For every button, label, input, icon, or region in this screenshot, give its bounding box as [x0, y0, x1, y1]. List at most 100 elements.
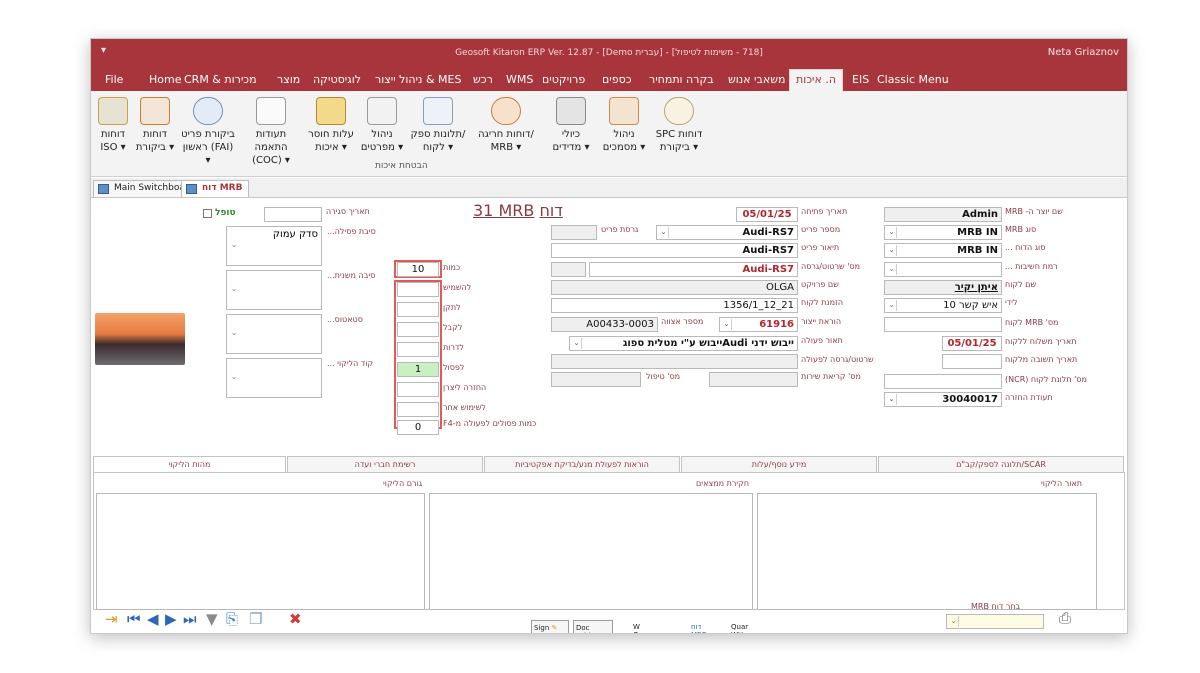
- project-field[interactable]: OLGA: [551, 280, 798, 295]
- importance-field[interactable]: ⌄: [884, 262, 1002, 277]
- op-drawing-field[interactable]: [551, 354, 798, 369]
- tab-wms[interactable]: WMS: [506, 73, 533, 86]
- part-desc-label: תיאור פריט: [801, 243, 840, 252]
- calibration-button[interactable]: כיולי מדידים ▾: [545, 97, 597, 154]
- first-record-icon[interactable]: ⏮: [127, 610, 141, 628]
- root-cause-textarea[interactable]: [96, 493, 425, 610]
- op-desc-field[interactable]: ⌄ ייבוש ידני Audiייבוש ע"י מטלית ספוג: [569, 336, 798, 351]
- iso-reports-button[interactable]: דוחות ISO ▾: [95, 97, 131, 154]
- tab-purchase[interactable]: רכש: [473, 73, 493, 86]
- work-order-button[interactable]: W O: [631, 620, 661, 633]
- reject-reason-select[interactable]: ⌄ סדק עמוק: [226, 226, 322, 266]
- f4-rejects-field[interactable]: 0: [397, 420, 439, 435]
- ncr-field[interactable]: [884, 374, 1002, 389]
- next-record-icon[interactable]: ▶: [165, 610, 177, 628]
- use-as-is-field[interactable]: [397, 282, 439, 297]
- form-icon: [186, 184, 197, 194]
- print-icon[interactable]: ⎙: [1059, 609, 1071, 627]
- new-record-icon[interactable]: ⎘: [226, 610, 238, 628]
- tab-committee[interactable]: רשימת חברי ועדה: [287, 456, 483, 472]
- treat-no-field[interactable]: [551, 372, 641, 387]
- reply-date-field[interactable]: [942, 354, 1002, 369]
- service-call-field[interactable]: [709, 372, 798, 387]
- open-date-label: תאריך פתיחה: [801, 207, 848, 216]
- doc-fold-button[interactable]: Doc Fold: [573, 620, 613, 633]
- part-desc-field[interactable]: Audi-RS7: [551, 243, 798, 258]
- findings-textarea[interactable]: [429, 493, 753, 610]
- status-select[interactable]: ⌄: [226, 314, 322, 354]
- part-number-field[interactable]: ⌄ Audi-RS7: [656, 225, 798, 240]
- button-label: תלונות ספק/: [410, 129, 466, 140]
- select-mrb-field[interactable]: ⌄: [946, 614, 1044, 629]
- drawing-no-field[interactable]: Audi-RS7: [589, 262, 798, 277]
- tab-supplier-complaint[interactable]: תלונה לספק/קב"ם/SCAR: [878, 456, 1124, 472]
- sign-button[interactable]: Sign ✎: [531, 620, 569, 633]
- tab-eis[interactable]: EIS: [852, 73, 869, 86]
- tab-defect-nature[interactable]: מהות הליקוי: [93, 456, 286, 472]
- scrap-field[interactable]: 1: [397, 362, 439, 377]
- secondary-reason-select[interactable]: ⌄: [226, 270, 322, 310]
- specs-button[interactable]: ניהול מפרטים ▾: [359, 97, 405, 154]
- quarantine-wh-button[interactable]: Quar WH: [729, 620, 765, 633]
- tab-classic-menu[interactable]: Classic Menu: [877, 73, 949, 86]
- mrb-form: 31 MRB דוח טופל תאריך סגירה ⌄ סדק עמוק סי…: [91, 199, 1127, 633]
- drawing-rev-field[interactable]: [551, 262, 586, 277]
- part-version-label: גרסת פריט: [601, 225, 639, 234]
- complaints-button[interactable]: תלונות ספק/לקוח ▾: [409, 97, 467, 154]
- open-date-field[interactable]: 05/01/25: [736, 207, 798, 222]
- mrb-report-button[interactable]: דוח MRB: [689, 620, 715, 633]
- last-record-icon[interactable]: ⏭: [183, 610, 197, 628]
- reject-code-select[interactable]: ⌄: [226, 358, 322, 398]
- copy-record-icon[interactable]: ❐: [249, 610, 262, 628]
- downgrade-field[interactable]: [397, 342, 439, 357]
- documents-button[interactable]: ניהול מסמכים ▾: [599, 97, 649, 154]
- importance-label: רמת חשיבות ...: [1005, 262, 1058, 271]
- created-by-field[interactable]: Admin: [884, 207, 1002, 222]
- mrb-reports-button[interactable]: דוחות חריגה/MRB ▾: [471, 97, 541, 154]
- other-use-field[interactable]: [397, 402, 439, 417]
- batch-no-field[interactable]: A00433-0003: [551, 317, 658, 332]
- return-supplier-field[interactable]: [397, 382, 439, 397]
- tab-additional-info[interactable]: מידע נוסף/עלות: [681, 456, 877, 472]
- delete-record-icon[interactable]: ✖: [289, 610, 302, 628]
- tab-finance[interactable]: כספים: [602, 73, 632, 86]
- audit-reports-button[interactable]: דוחות ביקורת ▾: [133, 97, 177, 154]
- tab-mrb-report[interactable]: דוח MRB: [181, 180, 250, 197]
- part-version-field[interactable]: [551, 225, 597, 240]
- tab-projects[interactable]: פרויקטים: [542, 73, 585, 86]
- accept-field[interactable]: [397, 322, 439, 337]
- tab-home[interactable]: Home: [149, 73, 181, 86]
- repair-field[interactable]: [397, 302, 439, 317]
- tab-crm[interactable]: CRM & מכירות: [184, 73, 257, 86]
- return-cert-field[interactable]: ⌄ 30040017: [884, 392, 1002, 407]
- report-type-field[interactable]: ⌄ MRB IN: [884, 243, 1002, 258]
- filter-icon[interactable]: ▼: [206, 610, 218, 628]
- tab-control[interactable]: בקרה ותמחיר: [649, 73, 714, 86]
- prev-record-icon[interactable]: ◀: [147, 610, 159, 628]
- customer-mrb-field[interactable]: [884, 317, 1002, 332]
- defect-description-textarea[interactable]: [757, 493, 1097, 610]
- send-date-field[interactable]: 05/01/25: [942, 336, 1002, 351]
- cost-of-quality-button[interactable]: עלות חוסר איכות ▾: [305, 97, 357, 154]
- tab-preventive-actions[interactable]: הוראות לפעולת מנע/בדיקת אפקטיביות: [484, 456, 680, 472]
- coc-button[interactable]: תעודות התאמה (COC) ▾: [239, 97, 303, 167]
- customer-name-field[interactable]: איתן יקיר: [884, 280, 1002, 295]
- report-type-value: MRB IN: [957, 245, 998, 256]
- tab-hr[interactable]: משאבי אנוש: [728, 73, 785, 86]
- qty-field[interactable]: 10: [397, 262, 439, 277]
- tab-product[interactable]: מוצר: [277, 73, 300, 86]
- tab-quality[interactable]: ה. איכות: [789, 69, 844, 91]
- tab-logistics[interactable]: לוגיסטיקה: [313, 73, 361, 86]
- mrb-type-field[interactable]: ⌄ MRB IN: [884, 225, 1002, 240]
- exit-icon[interactable]: ⇥: [105, 610, 118, 628]
- fai-button[interactable]: ביקורת פריט ראשון (FAI) ▾: [179, 97, 237, 167]
- tab-file[interactable]: File: [105, 73, 123, 86]
- spc-reports-button[interactable]: SPC דוחות ביקורת ▾: [651, 97, 707, 154]
- customer-order-field[interactable]: 21_12_1356/1: [551, 298, 798, 313]
- prod-order-field[interactable]: ⌄ 61916: [719, 317, 798, 332]
- tab-production[interactable]: ניהול ייצור & MES: [375, 73, 461, 86]
- contact-field[interactable]: ⌄ איש קשר 10: [884, 298, 1002, 313]
- close-date-field[interactable]: [264, 207, 322, 222]
- drawing-no-label: מס' שרטוט/גרסה: [801, 262, 861, 271]
- handled-checkbox[interactable]: [203, 209, 212, 218]
